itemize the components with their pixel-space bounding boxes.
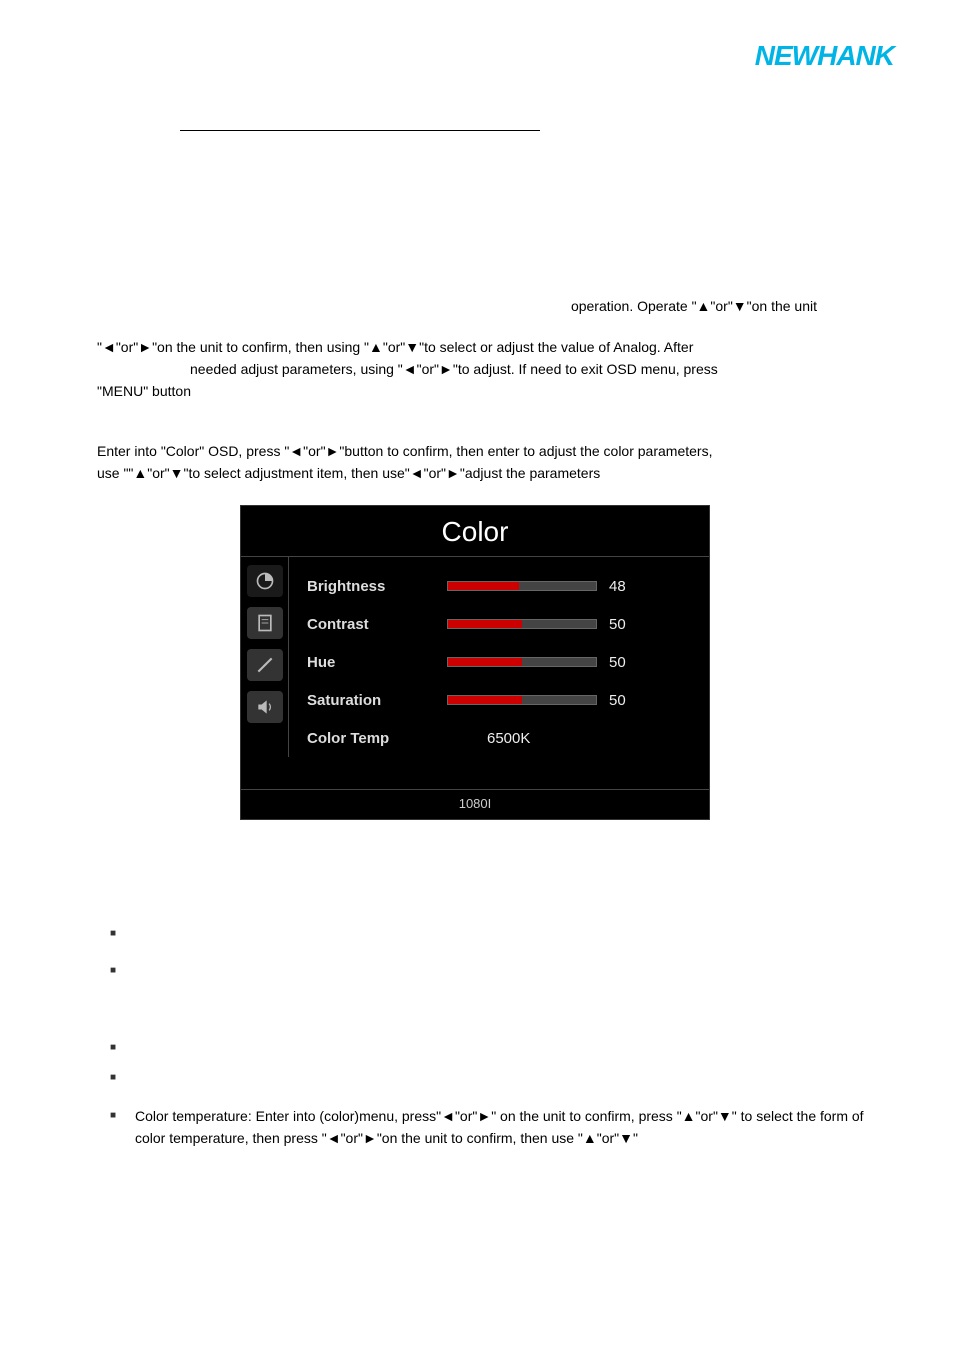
paragraph-confirm: "◄"or"►"on the unit to confirm, then usi… — [97, 336, 877, 358]
osd-colortemp-value: 6500K — [487, 730, 530, 747]
bullet-marker: ■ — [110, 965, 116, 976]
osd-value: 50 — [609, 654, 639, 671]
osd-label: Saturation — [307, 692, 447, 709]
osd-slider[interactable] — [447, 657, 597, 667]
osd-value: 50 — [609, 616, 639, 633]
osd-slider[interactable] — [447, 581, 597, 591]
bullet-text-colortemp: Color temperature: Enter into (color)men… — [135, 1105, 875, 1150]
color-icon[interactable] — [247, 565, 283, 597]
osd-value: 50 — [609, 692, 639, 709]
osd-slider[interactable] — [447, 695, 597, 705]
document-icon[interactable] — [247, 607, 283, 639]
osd-panel: Color Brightness 48 Contrast — [240, 505, 710, 820]
bullet-marker: ■ — [110, 1110, 116, 1121]
paragraph-operation: operation. Operate "▲"or"▼"on the unit — [97, 295, 857, 317]
osd-row-brightness[interactable]: Brightness 48 — [307, 567, 691, 605]
bullet-marker: ■ — [110, 1072, 116, 1083]
paragraph-color-osd-2: use ""▲"or"▼"to select adjustment item, … — [97, 462, 877, 484]
speaker-icon[interactable] — [247, 691, 283, 723]
osd-slider[interactable] — [447, 619, 597, 629]
osd-rows: Brightness 48 Contrast 50 Hue 50 Saturat… — [289, 557, 709, 757]
osd-icon-column — [241, 557, 289, 757]
bullet-marker: ■ — [110, 928, 116, 939]
paragraph-color-osd-1: Enter into "Color" OSD, press "◄"or"►"bu… — [97, 440, 877, 462]
paragraph-adjust: needed adjust parameters, using "◄"or"►"… — [190, 358, 870, 380]
osd-footer: 1080I — [241, 789, 709, 811]
osd-title: Color — [241, 506, 709, 557]
paragraph-menu-button: "MENU" button — [97, 380, 877, 402]
bullet-marker: ■ — [110, 1042, 116, 1053]
osd-label: Brightness — [307, 578, 447, 595]
brand-logo: NEWHANK — [755, 40, 894, 72]
osd-row-saturation[interactable]: Saturation 50 — [307, 681, 691, 719]
brand-logo-text: NEWHANK — [755, 40, 894, 72]
osd-row-contrast[interactable]: Contrast 50 — [307, 605, 691, 643]
tools-icon[interactable] — [247, 649, 283, 681]
osd-label: Contrast — [307, 616, 447, 633]
osd-label: Hue — [307, 654, 447, 671]
osd-body: Brightness 48 Contrast 50 Hue 50 Saturat… — [241, 557, 709, 757]
osd-row-hue[interactable]: Hue 50 — [307, 643, 691, 681]
horizontal-rule — [180, 130, 540, 131]
osd-value: 48 — [609, 578, 639, 595]
osd-label: Color Temp — [307, 730, 447, 747]
osd-row-colortemp[interactable]: Color Temp 6500K — [307, 719, 691, 757]
